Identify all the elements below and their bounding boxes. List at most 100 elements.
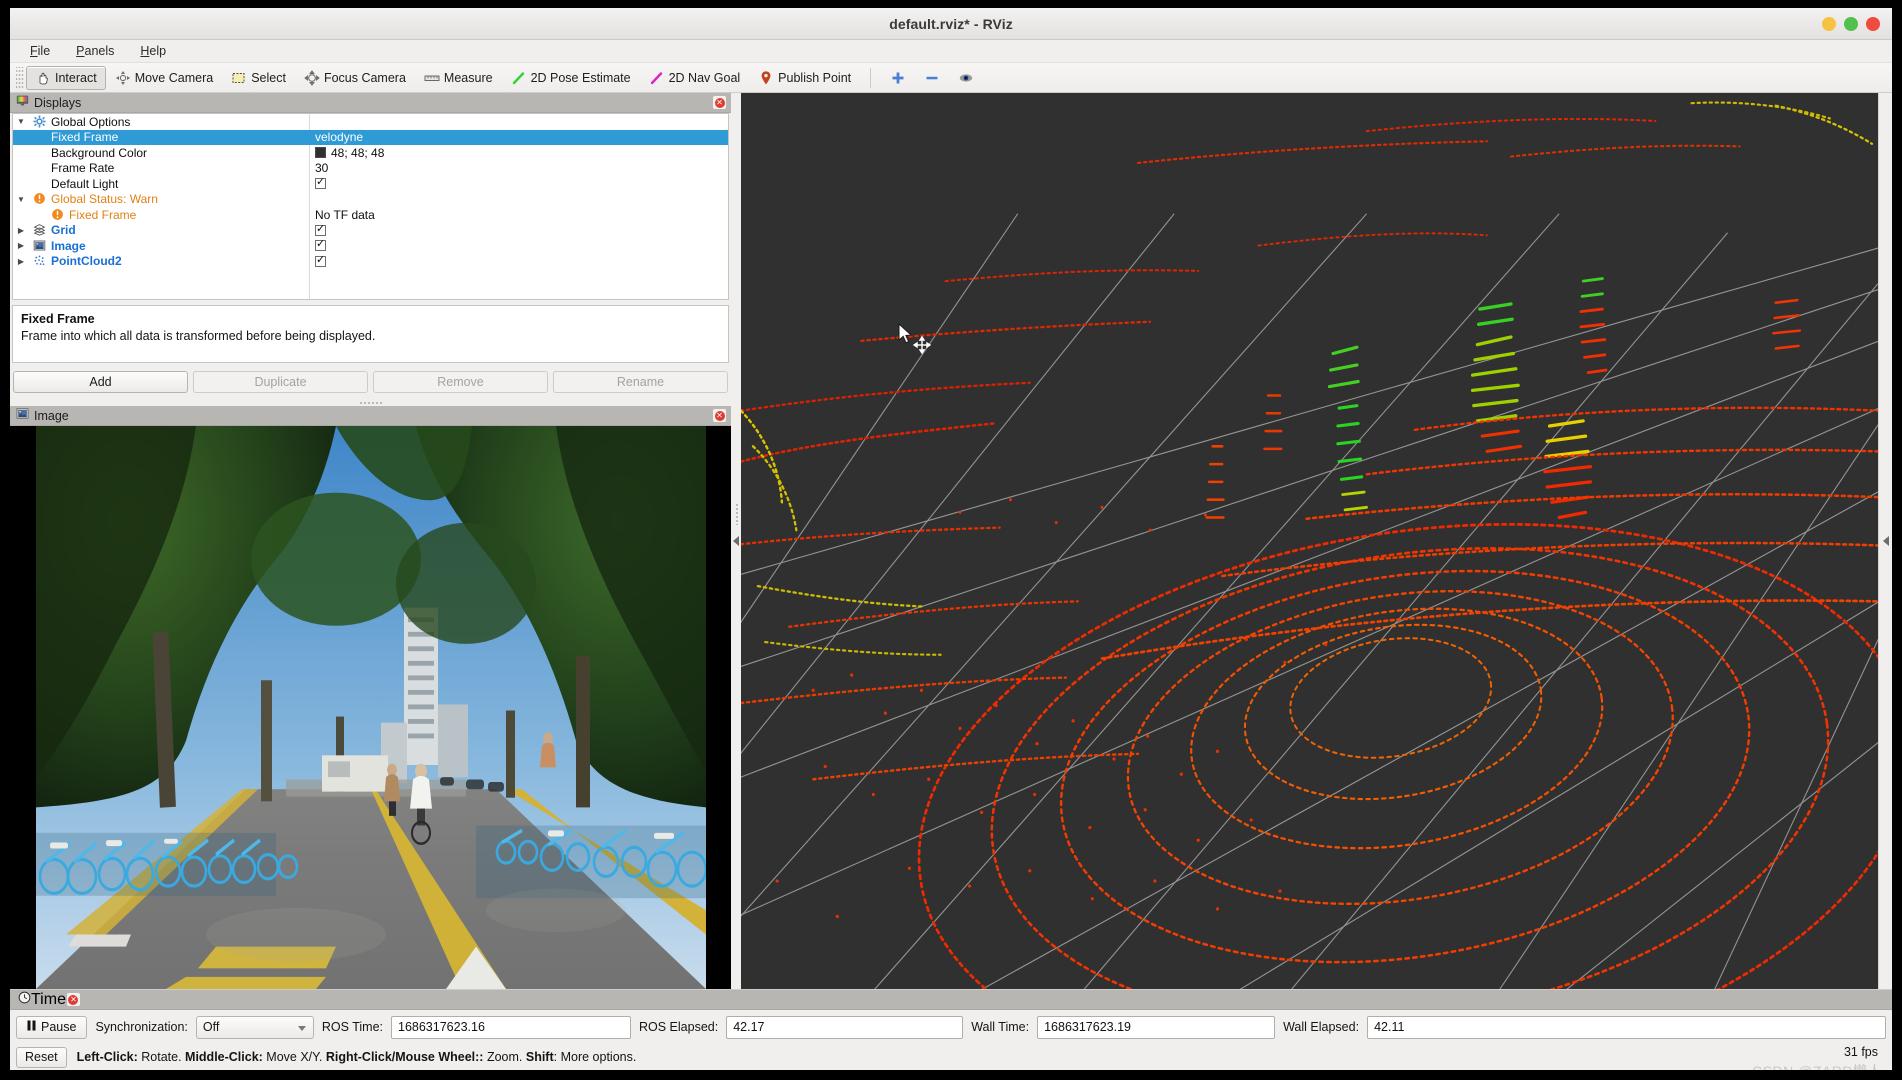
tool-focus-camera-label: Focus Camera — [323, 70, 406, 85]
wall-elapsed-field[interactable]: 42.11 — [1367, 1015, 1886, 1039]
tree-row-fixed-frame[interactable]: Fixed Frame velodyne — [13, 129, 728, 145]
tool-publish-point[interactable]: Publish Point — [749, 66, 860, 90]
tool-2d-pose-estimate[interactable]: 2D Pose Estimate — [502, 66, 640, 90]
tree-row-name-cell: ▼ Global Options — [13, 115, 309, 129]
wall-time-label: Wall Time: — [971, 1020, 1030, 1034]
tool-interact[interactable]: Interact — [26, 65, 106, 90]
tool-focus-camera[interactable]: Focus Camera — [295, 66, 415, 90]
menu-file[interactable]: File — [26, 42, 54, 60]
time-panel-title: Time — [31, 990, 66, 1008]
reset-button[interactable]: Reset — [16, 1046, 67, 1068]
maximize-button[interactable] — [1844, 17, 1858, 31]
image-panel-close-button[interactable]: ✕ — [712, 408, 727, 423]
tool-2d-nav-goal-label: 2D Nav Goal — [668, 70, 741, 85]
tree-row-default-light[interactable]: Default Light — [13, 176, 728, 192]
hand-icon — [35, 70, 51, 86]
visibility-tool-button[interactable] — [949, 66, 983, 90]
expand-right-arrow-icon[interactable] — [1882, 536, 1889, 546]
ros-elapsed-field[interactable]: 42.17 — [726, 1015, 964, 1039]
color-swatch[interactable] — [315, 147, 326, 159]
collapse-left-arrow-icon[interactable] — [733, 536, 739, 546]
tree-row-fixed-frame[interactable]: Fixed Frame No TF data — [13, 207, 728, 223]
tree-row-frame-rate[interactable]: Frame Rate 30 — [13, 161, 728, 177]
expander-expand-icon[interactable]: ▶ — [13, 226, 29, 235]
tree-row-value-cell[interactable]: velodyne — [309, 130, 728, 144]
toolbar-grip[interactable] — [16, 66, 24, 89]
tree-row-value-cell[interactable]: 30 — [309, 161, 728, 175]
tool-interact-label: Interact — [55, 70, 97, 85]
image-panel-title: Image — [34, 408, 69, 423]
enabled-checkbox[interactable] — [315, 255, 326, 267]
tree-row-global-status-warn[interactable]: ▼ Global Status: Warn — [13, 192, 728, 208]
hint-part: Middle-Click: — [185, 1050, 263, 1064]
ros-time-field[interactable]: 1686317623.16 — [391, 1015, 631, 1039]
tree-row-label: Fixed Frame — [69, 207, 137, 222]
time-panel-close-button[interactable]: ✕ — [65, 992, 81, 1007]
enabled-checkbox[interactable] — [315, 224, 326, 236]
synchronization-select[interactable]: Off — [195, 1015, 314, 1039]
tree-row-value-cell[interactable] — [309, 224, 728, 236]
tree-row-value-cell[interactable] — [309, 255, 728, 267]
pointcloud-icon — [33, 254, 47, 268]
tree-row-label: Image — [51, 238, 86, 253]
hint-part: Rotate. — [137, 1050, 186, 1064]
pointcloud-scene — [741, 93, 1878, 989]
expander-placeholder — [31, 148, 47, 157]
displays-panel-close-button[interactable]: ✕ — [712, 95, 727, 110]
left-dock-splitter[interactable] — [731, 93, 741, 989]
main-content: Displays ✕ ▼ Global Options Fixed Frame ve… — [10, 93, 1892, 989]
move-axis-icon — [912, 335, 932, 359]
enabled-checkbox[interactable] — [315, 240, 326, 252]
add-tool-button[interactable] — [881, 66, 915, 90]
displays-tree[interactable]: ▼ Global Options Fixed Frame velodyne Back… — [12, 113, 729, 300]
close-button[interactable] — [1866, 17, 1880, 31]
tree-row-grid[interactable]: ▶ Grid — [13, 223, 728, 239]
minimize-button[interactable] — [1822, 17, 1836, 31]
warning-icon — [33, 192, 47, 206]
close-icon: ✕ — [714, 97, 725, 108]
rename-button[interactable]: Rename — [553, 371, 728, 393]
right-dock-collapsed[interactable] — [1878, 93, 1892, 989]
tree-row-name-cell: ▶ PointCloud2 — [13, 254, 309, 268]
magenta-arrow-icon — [649, 70, 665, 86]
horizontal-splitter[interactable] — [10, 399, 731, 406]
main-window: default.rviz* - RViz File Panels Help In… — [10, 8, 1892, 1070]
expander-collapse-icon[interactable]: ▼ — [13, 195, 29, 204]
tree-row-value-cell[interactable] — [309, 178, 728, 190]
expander-collapse-icon[interactable]: ▼ — [13, 117, 29, 126]
tree-row-value-cell[interactable] — [309, 240, 728, 252]
pause-button[interactable]: Pause — [16, 1015, 88, 1039]
expander-expand-icon[interactable]: ▶ — [13, 257, 29, 266]
focus-camera-icon — [304, 69, 320, 86]
menu-help[interactable]: Help — [136, 42, 170, 60]
expander-expand-icon[interactable]: ▶ — [13, 241, 29, 250]
render-view-3d[interactable] — [741, 93, 1878, 989]
camera-image-view[interactable] — [10, 426, 731, 989]
tree-row-value: No TF data — [315, 207, 375, 222]
wall-time-field[interactable]: 1686317623.19 — [1037, 1015, 1276, 1039]
displays-panel: Displays ✕ ▼ Global Options Fixed Frame ve… — [10, 93, 731, 406]
enabled-checkbox[interactable] — [315, 178, 326, 190]
tree-row-background-color[interactable]: Background Color 48; 48; 48 — [13, 145, 728, 161]
ros-time-label: ROS Time: — [321, 1020, 383, 1034]
tree-row-value-cell[interactable]: No TF data — [309, 208, 728, 222]
pause-label: Pause — [41, 1020, 77, 1034]
add-button[interactable]: Add — [13, 371, 188, 393]
tool-move-camera[interactable]: Move Camera — [106, 66, 223, 90]
tool-bar: Interact Move Camera Select Focus Camera… — [10, 63, 1892, 93]
remove-tool-button[interactable] — [915, 66, 949, 90]
tool-2d-nav-goal[interactable]: 2D Nav Goal — [640, 66, 750, 90]
green-arrow-icon — [511, 70, 527, 86]
menu-panels[interactable]: Panels — [72, 42, 118, 60]
tree-row-value-cell[interactable]: 48; 48; 48 — [309, 146, 728, 160]
displays-button-row: Add Duplicate Remove Rename — [10, 363, 731, 399]
duplicate-button[interactable]: Duplicate — [193, 371, 368, 393]
tree-row-image[interactable]: ▶ Image — [13, 238, 728, 254]
tree-row-global-options[interactable]: ▼ Global Options — [13, 114, 728, 130]
ruler-icon — [424, 70, 440, 86]
tool-select[interactable]: Select — [222, 66, 295, 90]
remove-button[interactable]: Remove — [373, 371, 548, 393]
tool-move-camera-label: Move Camera — [134, 70, 214, 85]
tool-measure[interactable]: Measure — [415, 66, 502, 90]
tree-row-pointcloud2[interactable]: ▶ PointCloud2 — [13, 254, 728, 270]
